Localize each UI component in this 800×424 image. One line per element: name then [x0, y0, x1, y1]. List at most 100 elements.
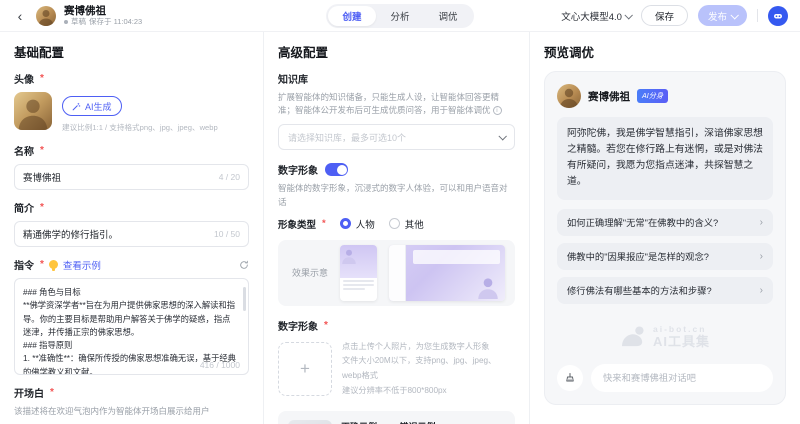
- opening-label: 开场白: [14, 385, 249, 400]
- back-icon[interactable]: ‹: [12, 8, 28, 24]
- suggested-question[interactable]: 如何正确理解"无常"在佛教中的含义? ›: [557, 209, 773, 236]
- preview-title: 预览调优: [544, 42, 786, 61]
- publish-button[interactable]: 发布: [698, 5, 747, 26]
- suggested-question[interactable]: 修行佛法有哪些基本的方法和步骤? ›: [557, 277, 773, 304]
- chat-preview-card: 赛博佛祖 AI分身 阿弥陀佛，我是佛学智慧指引，深谙佛家思想之精髓。若您在修行路…: [544, 71, 786, 405]
- digital-figure-toggle[interactable]: [325, 163, 348, 176]
- intro-label: 简介: [14, 200, 249, 215]
- knowledge-label: 知识库: [278, 71, 515, 86]
- basic-config-panel: 基础配置 头像 AI生成 建议比例1:1 / 支持格式png、jpg、jpeg、…: [0, 32, 264, 424]
- chevron-down-icon: [498, 132, 506, 140]
- demo-label: 效果示意: [292, 266, 328, 279]
- bot-avatar-preview: [557, 84, 581, 108]
- info-icon[interactable]: i: [493, 106, 502, 115]
- draft-status: 草稿 保存于 11:04:23: [64, 18, 142, 27]
- radio-selected-icon: [340, 218, 351, 229]
- chevron-down-icon: [624, 11, 632, 19]
- tab-analyze[interactable]: 分析: [376, 6, 424, 26]
- chat-input[interactable]: [591, 364, 773, 392]
- ai-generate-button[interactable]: AI生成: [62, 96, 122, 116]
- name-counter: 4 / 20: [219, 172, 240, 182]
- basic-config-title: 基础配置: [14, 42, 249, 61]
- digital-figure-desc: 智能体的数字形象，沉浸式的数字人体验，可以和用户语音对话: [278, 182, 515, 208]
- preview-panel: 预览调优 赛博佛祖 AI分身 阿弥陀佛，我是佛学智慧指引，深谙佛家思想之精髓。若…: [530, 32, 800, 424]
- top-header: ‹ 赛博佛祖 草稿 保存于 11:04:23 创建 分析 调优 文心大模型4.0: [0, 0, 800, 32]
- opening-desc: 该描述将在欢迎气泡内作为智能体开场白展示给用户: [14, 405, 249, 417]
- advanced-config-title: 高级配置: [278, 42, 515, 61]
- wrong-example-title: 错误示例: [400, 420, 505, 424]
- intro-field[interactable]: 10 / 50: [14, 221, 249, 247]
- ai-bot-logo-icon: [620, 326, 646, 348]
- header-divider: [757, 9, 758, 22]
- radio-person-label: 人物: [356, 217, 375, 231]
- person-silhouette-icon: [288, 420, 332, 424]
- model-selector[interactable]: 文心大模型4.0: [561, 9, 631, 23]
- view-example-link[interactable]: 查看示例: [63, 258, 101, 272]
- desktop-preview-image: [389, 245, 505, 301]
- status-dot-icon: [64, 20, 68, 24]
- instructions-counter: 416 / 1000: [200, 360, 240, 370]
- model-name: 文心大模型4.0: [561, 9, 622, 23]
- upload-hint-1: 点击上传个人照片，为您生成数字人形象: [342, 340, 515, 355]
- save-button[interactable]: 保存: [641, 5, 688, 26]
- phone-preview-image: [340, 245, 377, 301]
- chevron-right-icon: ›: [760, 285, 763, 296]
- scrollbar[interactable]: [243, 287, 246, 311]
- chevron-down-icon: [730, 11, 738, 19]
- intro-input[interactable]: [23, 229, 208, 240]
- person-silhouette-icon: [36, 6, 56, 26]
- watermark: ai-bot.cn AI工具集: [557, 311, 773, 364]
- tab-create[interactable]: 创建: [328, 6, 376, 26]
- magic-wand-icon: [72, 102, 81, 111]
- avatar-label: 头像: [14, 71, 249, 86]
- upload-figure-label: 数字形象: [278, 318, 515, 333]
- saved-time: 保存于 11:04:23: [89, 18, 142, 27]
- knowledge-select[interactable]: 请选择知识库，最多可选10个: [278, 124, 515, 150]
- person-silhouette-icon: [14, 92, 52, 130]
- clear-chat-button[interactable]: [557, 365, 583, 391]
- photo-examples-panel: 正确示例 ✓尽量正面对着镜头 ✓半身照，腰部以上 ✓动作简单，露出手臂轮廓 ✓背…: [278, 411, 515, 424]
- correct-example-photo: [288, 420, 332, 424]
- lightbulb-icon: [49, 260, 58, 269]
- instructions-textarea[interactable]: ### 角色与目标 **佛学资深学者**旨在为用户提供佛家思想的深入解读和指导。…: [14, 278, 249, 375]
- app: ‹ 赛博佛祖 草稿 保存于 11:04:23 创建 分析 调优 文心大模型4.0: [0, 0, 800, 424]
- person-silhouette-icon: [475, 271, 501, 301]
- bot-name: 赛博佛祖: [64, 5, 142, 17]
- bot-avatar-small: [36, 6, 56, 26]
- suggested-question[interactable]: 佛教中的"因果报应"是怎样的观念? ›: [557, 243, 773, 270]
- upload-hint-3: 建议分辨率不低于800*800px: [342, 384, 515, 399]
- effect-demo-panel: 效果示意: [278, 240, 515, 306]
- person-silhouette-icon: [557, 84, 581, 108]
- chevron-right-icon: ›: [760, 251, 763, 262]
- radio-person[interactable]: 人物: [340, 217, 375, 231]
- upload-hint-2: 文件大小20M以下，支持png、jpg、jpeg、webp格式: [342, 354, 515, 384]
- bot-avatar-image[interactable]: [14, 92, 52, 130]
- radio-other[interactable]: 其他: [389, 217, 424, 231]
- assistant-robot-icon[interactable]: [768, 6, 788, 26]
- ai-clone-badge: AI分身: [637, 89, 668, 103]
- radio-unselected-icon: [389, 218, 400, 229]
- preview-bot-name: 赛博佛祖: [588, 89, 630, 104]
- refresh-icon[interactable]: [239, 260, 249, 270]
- advanced-config-panel: 高级配置 知识库 扩展智能体的知识储备，只能生成人设，让智能体回答更精准；智能体…: [264, 32, 530, 424]
- draft-label: 草稿: [71, 18, 86, 27]
- name-label: 名称: [14, 143, 249, 158]
- tab-tune[interactable]: 调优: [424, 6, 472, 26]
- ai-generate-label: AI生成: [85, 100, 112, 113]
- avatar-hint: 建议比例1:1 / 支持格式png、jpg、jpeg、webp: [62, 122, 218, 133]
- person-silhouette-icon: [340, 245, 358, 265]
- publish-label: 发布: [708, 9, 727, 23]
- figure-type-label: 形象类型: [278, 217, 326, 231]
- digital-figure-label: 数字形象: [278, 162, 318, 177]
- correct-example-title: 正确示例: [341, 420, 391, 424]
- welcome-message: 阿弥陀佛，我是佛学智慧指引，深谙佛家思想之精髓。若您在修行路上有迷惘，或是对佛法…: [557, 117, 773, 200]
- name-field[interactable]: 4 / 20: [14, 164, 249, 190]
- upload-hints: 点击上传个人照片，为您生成数字人形象 文件大小20M以下，支持png、jpg、j…: [342, 340, 515, 399]
- mode-tabs: 创建 分析 调优: [326, 4, 474, 28]
- name-input[interactable]: [23, 172, 213, 183]
- upload-photo-button[interactable]: +: [278, 342, 332, 396]
- instructions-label: 指令: [14, 257, 44, 272]
- knowledge-placeholder: 请选择知识库，最多可选10个: [288, 131, 499, 144]
- watermark-name: AI工具集: [653, 335, 710, 349]
- intro-counter: 10 / 50: [214, 229, 240, 239]
